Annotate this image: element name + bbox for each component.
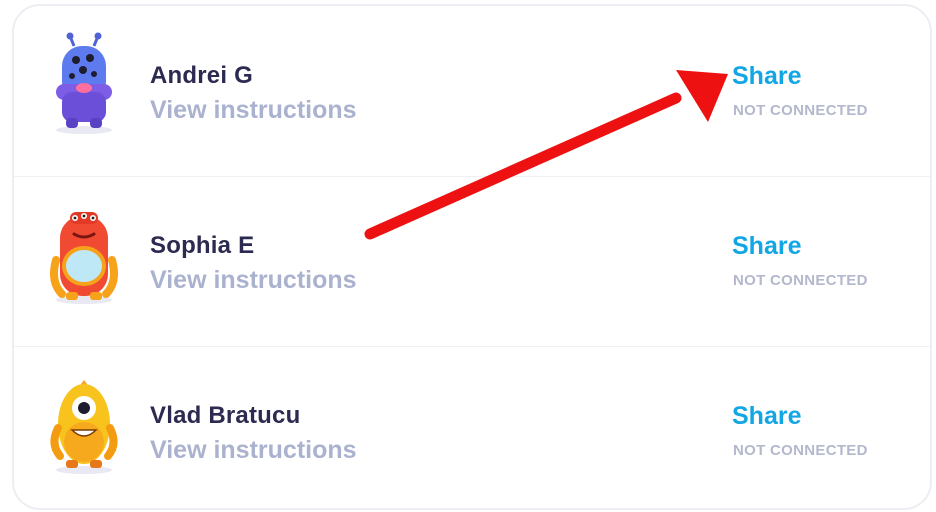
share-button[interactable]: Share [732, 232, 801, 261]
student-name: Andrei G [150, 62, 253, 89]
student-row: Sophia E View instructions Share NOT CON… [14, 176, 930, 347]
share-button[interactable]: Share [732, 402, 801, 431]
view-instructions-link[interactable]: View instructions [150, 436, 357, 465]
student-name: Vlad Bratucu [150, 402, 301, 429]
view-instructions-link[interactable]: View instructions [150, 96, 357, 125]
view-instructions-link[interactable]: View instructions [150, 266, 357, 295]
red-monster-avatar [48, 202, 120, 306]
blue-monster-avatar [48, 32, 120, 136]
student-row: Andrei G View instructions Share NOT CON… [14, 6, 930, 177]
connection-status: NOT CONNECTED [733, 102, 868, 119]
student-row: Vlad Bratucu View instructions Share NOT… [14, 346, 930, 508]
connection-status: NOT CONNECTED [733, 272, 868, 289]
connection-status: NOT CONNECTED [733, 442, 868, 459]
student-list-card: Andrei G View instructions Share NOT CON… [12, 4, 932, 510]
student-name: Sophia E [150, 232, 255, 259]
share-button[interactable]: Share [732, 62, 801, 91]
yellow-monster-avatar [48, 372, 120, 476]
